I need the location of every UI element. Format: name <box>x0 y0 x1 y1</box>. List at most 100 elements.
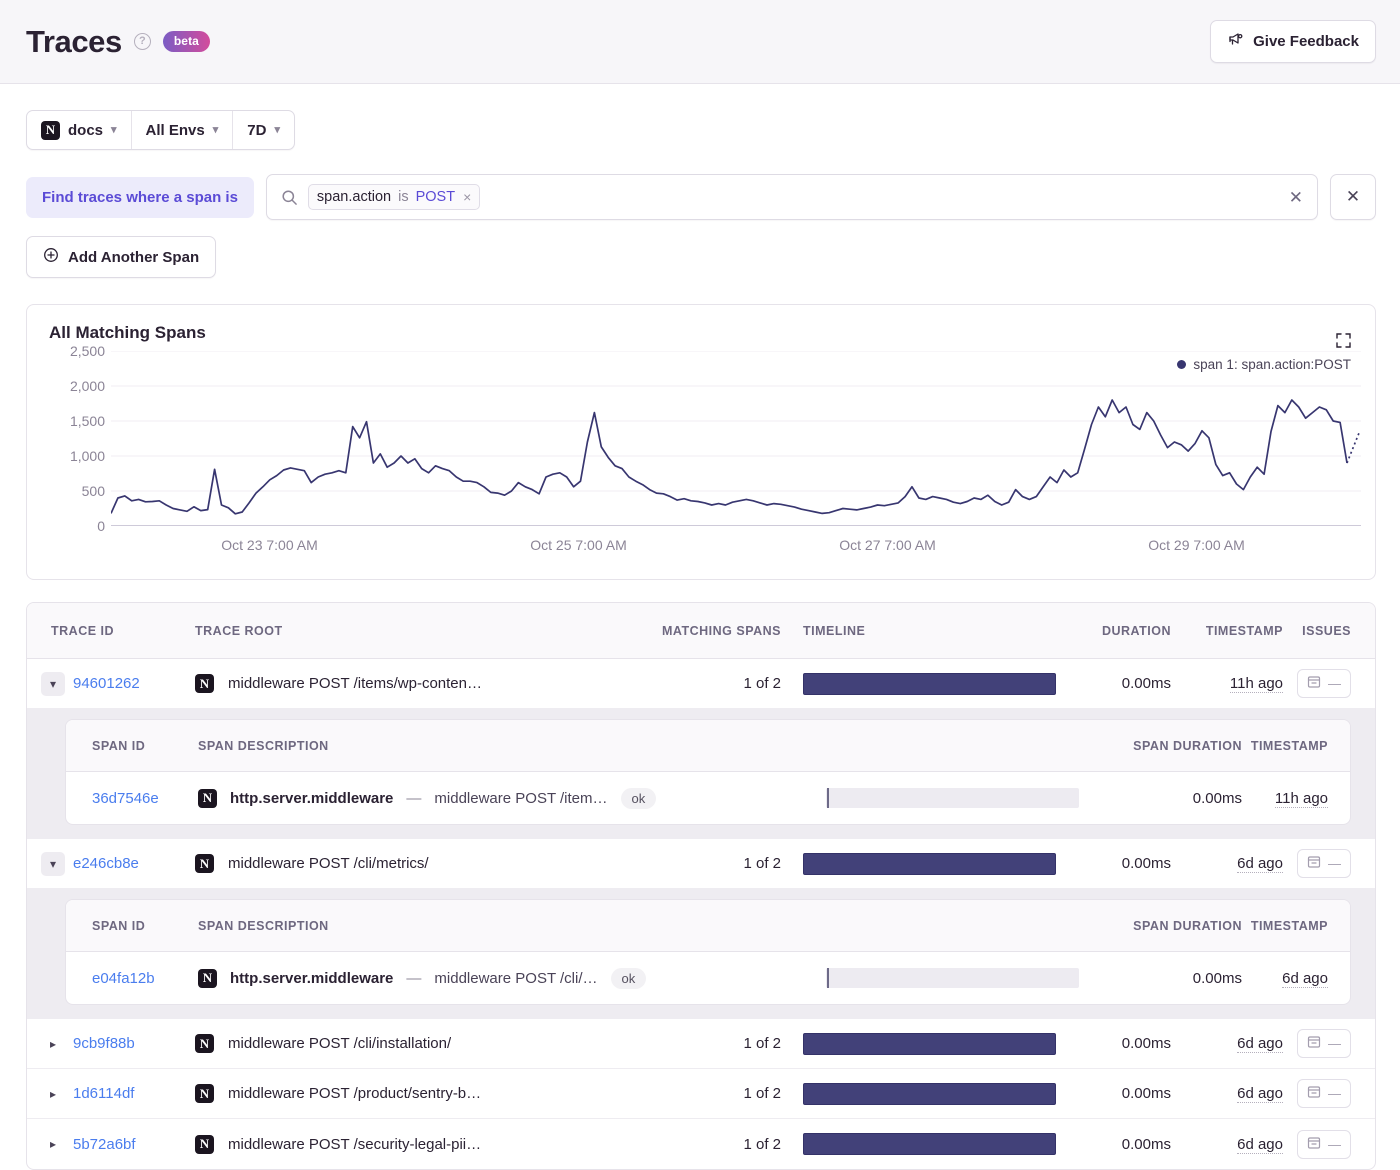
clear-search-icon[interactable]: ✕ <box>1289 189 1303 206</box>
trace-id-link[interactable]: 9cb9f88b <box>73 1035 135 1052</box>
column-span-duration: SPAN DURATION <box>1133 918 1242 933</box>
y-axis-tick: 0 <box>97 518 105 534</box>
environment-label: All Envs <box>145 121 205 139</box>
question-circle-icon[interactable]: ? <box>133 33 151 50</box>
issues-button[interactable]: — <box>1297 1129 1351 1159</box>
nextjs-project-icon: N <box>198 968 217 988</box>
token-remove-icon[interactable]: × <box>463 189 471 205</box>
span-timestamp-value: 6d ago <box>1282 969 1328 988</box>
y-axis-tick: 1,000 <box>69 448 105 464</box>
project-selector[interactable]: N docs ▾ <box>27 111 132 149</box>
timestamp-value: 6d ago <box>1237 1035 1283 1053</box>
status-badge: ok <box>610 967 647 989</box>
table-row[interactable]: ▸ 5b72a6bf Nmiddleware POST /security-lega… <box>27 1119 1375 1169</box>
chevron-down-icon: ▾ <box>111 123 117 136</box>
chevron-down-icon[interactable]: ▾ <box>41 851 65 876</box>
trace-id-link[interactable]: 94601262 <box>73 675 140 692</box>
y-axis-tick: 500 <box>81 483 105 499</box>
timeline-bar <box>803 1032 1056 1055</box>
project-label: docs <box>68 121 104 139</box>
date-range-selector[interactable]: 7D ▾ <box>233 111 294 149</box>
issues-button[interactable]: — <box>1297 1079 1351 1108</box>
span-search-input[interactable]: span.action is POST × ✕ <box>265 174 1318 220</box>
span-operation: http.server.middleware <box>230 969 394 987</box>
archive-box-icon <box>1307 1136 1321 1153</box>
query-row: Find traces where a span is span.action … <box>0 150 1400 220</box>
chevron-down-icon[interactable]: ▾ <box>41 671 65 696</box>
column-duration: DURATION <box>1101 623 1171 638</box>
trace-id-cell: ▸ 5b72a6bf <box>27 1132 195 1156</box>
column-span-timestamp: TIMESTAMP <box>1250 738 1328 753</box>
timeline-cell <box>781 1133 1056 1155</box>
x-axis-labels: Oct 23 7:00 AM Oct 25 7:00 AM Oct 27 7:00 … <box>115 537 1351 557</box>
trace-id-link[interactable]: 1d6114df <box>73 1085 134 1102</box>
trace-id-link[interactable]: e246cb8e <box>73 855 139 872</box>
table-row[interactable]: ▾ 94601262 Nmiddleware POST /items/wp-cont… <box>27 659 1375 709</box>
column-span-timestamp: TIMESTAMP <box>1250 918 1328 933</box>
chevron-down-icon: ▾ <box>274 123 280 136</box>
environment-selector[interactable]: All Envs ▾ <box>132 111 234 149</box>
status-badge: ok <box>620 787 657 809</box>
add-span-row: Add Another Span <box>0 220 1400 278</box>
timeline-bar <box>803 852 1056 875</box>
issues-value: — <box>1328 1036 1341 1051</box>
nextjs-project-icon: N <box>195 1034 214 1053</box>
traces-table-header: TRACE ID TRACE ROOT MATCHING SPANS TIMEL… <box>27 603 1375 659</box>
issues-button[interactable]: — <box>1297 1029 1351 1058</box>
issues-cell: — <box>1283 1079 1375 1108</box>
expand-icon[interactable] <box>1336 333 1351 353</box>
chevron-right-icon[interactable]: ▸ <box>41 1132 65 1156</box>
matching-spans-count: 1 of 2 <box>743 855 781 872</box>
chevron-down-icon: ▾ <box>212 123 219 136</box>
trace-root-cell: Nmiddleware POST /product/sentry-b… <box>195 1084 631 1103</box>
title-group: Traces ? beta <box>26 24 210 60</box>
find-traces-label: Find traces where a span is <box>26 176 254 218</box>
give-feedback-button[interactable]: Give Feedback <box>1210 20 1376 63</box>
span-id-link[interactable]: 36d7546e <box>66 790 198 807</box>
filters-row: N docs ▾ All Envs ▾ 7D ▾ <box>0 84 1400 150</box>
issues-button[interactable]: — <box>1297 849 1351 878</box>
column-span-description: SPAN DESCRIPTION <box>198 738 329 753</box>
chevron-right-icon[interactable]: ▸ <box>41 1032 65 1056</box>
nextjs-project-icon: N <box>198 788 217 808</box>
trace-root-cell: Nmiddleware POST /cli/installation/ <box>195 1034 631 1053</box>
nested-spans-section: SPAN ID SPAN DESCRIPTION SPAN DURATION TIME… <box>27 889 1375 1019</box>
nextjs-project-icon: N <box>195 1084 214 1103</box>
column-span-duration: SPAN DURATION <box>1133 738 1242 753</box>
issues-value: — <box>1328 856 1341 871</box>
trace-id-cell: ▸ 1d6114df <box>27 1082 195 1106</box>
traces-table-body: ▾ 94601262 Nmiddleware POST /items/wp-cont… <box>27 659 1375 1169</box>
span-description-cell: Nhttp.server.middleware — middleware POST … <box>198 787 822 809</box>
table-row[interactable]: ▸ 1d6114df Nmiddleware POST /product/sentr… <box>27 1069 1375 1119</box>
trace-root-cell: Nmiddleware POST /cli/metrics/ <box>195 854 631 873</box>
chevron-right-icon[interactable]: ▸ <box>41 1082 65 1106</box>
timestamp-value: 6d ago <box>1237 1085 1283 1103</box>
issues-button[interactable]: — <box>1297 669 1351 698</box>
timeline-bar <box>803 1133 1056 1155</box>
issues-cell: — <box>1283 669 1375 698</box>
trace-id-link[interactable]: 5b72a6bf <box>73 1136 136 1153</box>
give-feedback-label: Give Feedback <box>1253 33 1359 50</box>
chart-title: All Matching Spans <box>49 323 206 342</box>
trace-root-cell: Nmiddleware POST /security-legal-pii… <box>195 1134 631 1154</box>
x-axis-tick: Oct 29 7:00 AM <box>1148 537 1245 553</box>
column-span-id: SPAN ID <box>92 918 146 933</box>
y-axis-tick: 1,500 <box>69 413 105 429</box>
trace-id-cell: ▾ e246cb8e <box>27 851 195 876</box>
span-row[interactable]: e04fa12b Nhttp.server.middleware — middlewa… <box>66 952 1350 1004</box>
add-another-span-button[interactable]: Add Another Span <box>26 236 217 278</box>
filter-token[interactable]: span.action is POST × <box>307 184 481 210</box>
issues-value: — <box>1328 676 1341 691</box>
table-row[interactable]: ▾ e246cb8e Nmiddleware POST /cli/metrics/1… <box>27 839 1375 889</box>
matching-spans-chart-panel: All Matching Spans span 1: span.action:P… <box>26 304 1376 580</box>
column-trace-id: TRACE ID <box>51 623 115 638</box>
duration-value: 0.00ms <box>1121 675 1171 692</box>
table-row[interactable]: ▸ 9cb9f88b Nmiddleware POST /cli/installat… <box>27 1019 1375 1069</box>
span-id-link[interactable]: e04fa12b <box>66 970 198 987</box>
remove-span-button[interactable]: ✕ <box>1330 174 1376 220</box>
spans-table: SPAN ID SPAN DESCRIPTION SPAN DURATION TIME… <box>65 719 1351 825</box>
span-row[interactable]: 36d7546e Nhttp.server.middleware — middlewa… <box>66 772 1350 824</box>
timeline-cell <box>781 852 1056 875</box>
trace-root-label: middleware POST /security-legal-pii… <box>228 1135 482 1153</box>
span-timeline-cell <box>822 968 1092 988</box>
